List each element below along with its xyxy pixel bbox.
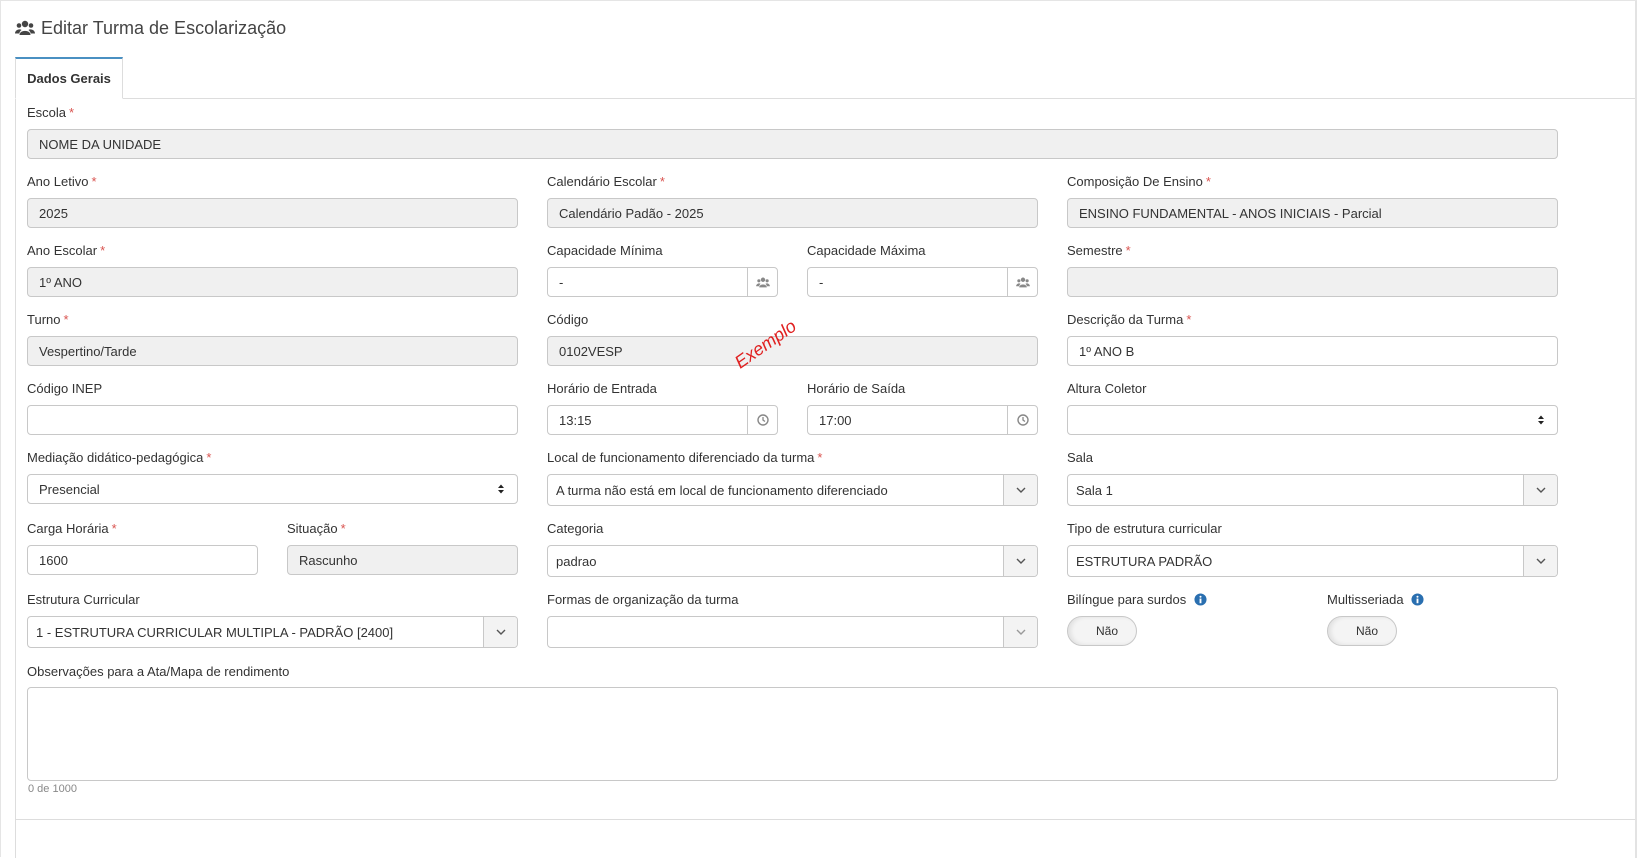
inep-label: Código INEP <box>27 381 103 396</box>
formas-select[interactable] <box>547 616 1038 648</box>
divider <box>15 819 1637 820</box>
sala-label: Sala <box>1067 450 1094 465</box>
composicao-label: Composição De Ensino * <box>1067 174 1211 189</box>
composicao-field[interactable]: ENSINO FUNDAMENTAL - ANOS INICIAIS - Par… <box>1067 198 1558 228</box>
clock-icon <box>1007 406 1037 434</box>
codigo-field[interactable]: 0102VESP <box>547 336 1038 366</box>
cap-max-label: Capacidade Máxima <box>807 243 926 258</box>
entrada-input[interactable]: 13:15 <box>547 405 778 435</box>
ano-escolar-label: Ano Escolar * <box>27 243 106 258</box>
descricao-input[interactable]: 1º ANO B <box>1067 336 1558 366</box>
chevron-down-icon <box>1003 546 1037 576</box>
descricao-label: Descrição da Turma * <box>1067 312 1192 327</box>
situacao-field[interactable]: Rascunho <box>287 545 518 575</box>
observacoes-label: Observações para a Ata/Mapa de rendiment… <box>27 664 290 679</box>
local-label: Local de funcionamento diferenciado da t… <box>547 450 823 465</box>
mediacao-label: Mediação didático-pedagógica * <box>27 450 212 465</box>
page-title-text: Editar Turma de Escolarização <box>41 17 287 38</box>
carga-input[interactable]: 1600 <box>27 545 258 575</box>
estrutura-select[interactable]: 1 - ESTRUTURA CURRICULAR MULTIPLA - PADR… <box>27 616 518 648</box>
multisseriada-label: Multisseriada <box>1327 592 1424 609</box>
situacao-label: Situação * <box>287 521 346 536</box>
select-arrows-icon <box>489 475 513 503</box>
turno-field[interactable]: Vespertino/Tarde <box>27 336 518 366</box>
bilingue-toggle[interactable]: Não <box>1067 616 1137 646</box>
select-arrows-icon <box>1529 406 1553 434</box>
info-icon[interactable] <box>1194 593 1207 609</box>
formas-label: Formas de organização da turma <box>547 592 739 607</box>
observacoes-textarea[interactable] <box>27 687 1558 781</box>
tipo-estrutura-select[interactable]: ESTRUTURA PADRÃO <box>1067 545 1558 577</box>
mediacao-select[interactable]: Presencial <box>27 474 518 504</box>
users-icon <box>1007 268 1037 296</box>
clock-icon <box>747 406 777 434</box>
altura-label: Altura Coletor <box>1067 381 1147 396</box>
escola-field[interactable]: NOME DA UNIDADE <box>27 129 1558 159</box>
local-select[interactable]: A turma não está em local de funcionamen… <box>547 474 1038 506</box>
users-icon <box>747 268 777 296</box>
escola-label: Escola * <box>27 105 75 120</box>
categoria-select[interactable]: padrao <box>547 545 1038 577</box>
saida-input[interactable]: 17:00 <box>807 405 1038 435</box>
calendario-field[interactable]: Calendário Padão - 2025 <box>547 198 1038 228</box>
turno-label: Turno * <box>27 312 69 327</box>
tipo-estrutura-label: Tipo de estrutura curricular <box>1067 521 1222 536</box>
categoria-label: Categoria <box>547 521 604 536</box>
semestre-label: Semestre * <box>1067 243 1131 258</box>
chevron-down-icon <box>483 617 517 647</box>
altura-select[interactable] <box>1067 405 1558 435</box>
bilingue-toggle-label: Não <box>1095 624 1118 638</box>
ano-letivo-field[interactable]: 2025 <box>27 198 518 228</box>
users-icon <box>15 20 35 36</box>
semestre-field[interactable] <box>1067 267 1558 297</box>
bilingue-label: Bilíngue para surdos <box>1067 592 1207 609</box>
multisseriada-toggle-label: Não <box>1355 624 1378 638</box>
sala-select[interactable]: Sala 1 <box>1067 474 1558 506</box>
ano-letivo-label: Ano Letivo * <box>27 174 97 189</box>
codigo-label: Código <box>547 312 589 327</box>
chevron-down-icon <box>1003 617 1037 647</box>
inep-input[interactable] <box>27 405 518 435</box>
panel: Editar Turma de Escolarização Dados Gera… <box>0 0 1637 858</box>
cap-max-input[interactable]: - <box>807 267 1038 297</box>
chevron-down-icon <box>1523 546 1557 576</box>
entrada-label: Horário de Entrada <box>547 381 657 396</box>
info-icon[interactable] <box>1411 593 1424 609</box>
form-area: Escola * NOME DA UNIDADE Ano Letivo * 2025… <box>15 99 1637 858</box>
char-counter: 0 de 1000 <box>28 783 77 795</box>
multisseriada-toggle[interactable]: Não <box>1327 616 1397 646</box>
chevron-down-icon <box>1003 475 1037 505</box>
saida-label: Horário de Saída <box>807 381 906 396</box>
cap-min-label: Capacidade Mínima <box>547 243 663 258</box>
chevron-down-icon <box>1523 475 1557 505</box>
cap-min-input[interactable]: - <box>547 267 778 297</box>
tab-dados-gerais[interactable]: Dados Gerais <box>15 57 123 99</box>
ano-escolar-field[interactable]: 1º ANO <box>27 267 518 297</box>
carga-label: Carga Horária * <box>27 521 117 536</box>
calendario-label: Calendário Escolar * <box>547 174 665 189</box>
estrutura-label: Estrutura Curricular <box>27 592 140 607</box>
tabs-bar: Dados Gerais <box>15 57 1637 99</box>
page-title: Editar Turma de Escolarização <box>15 15 286 41</box>
